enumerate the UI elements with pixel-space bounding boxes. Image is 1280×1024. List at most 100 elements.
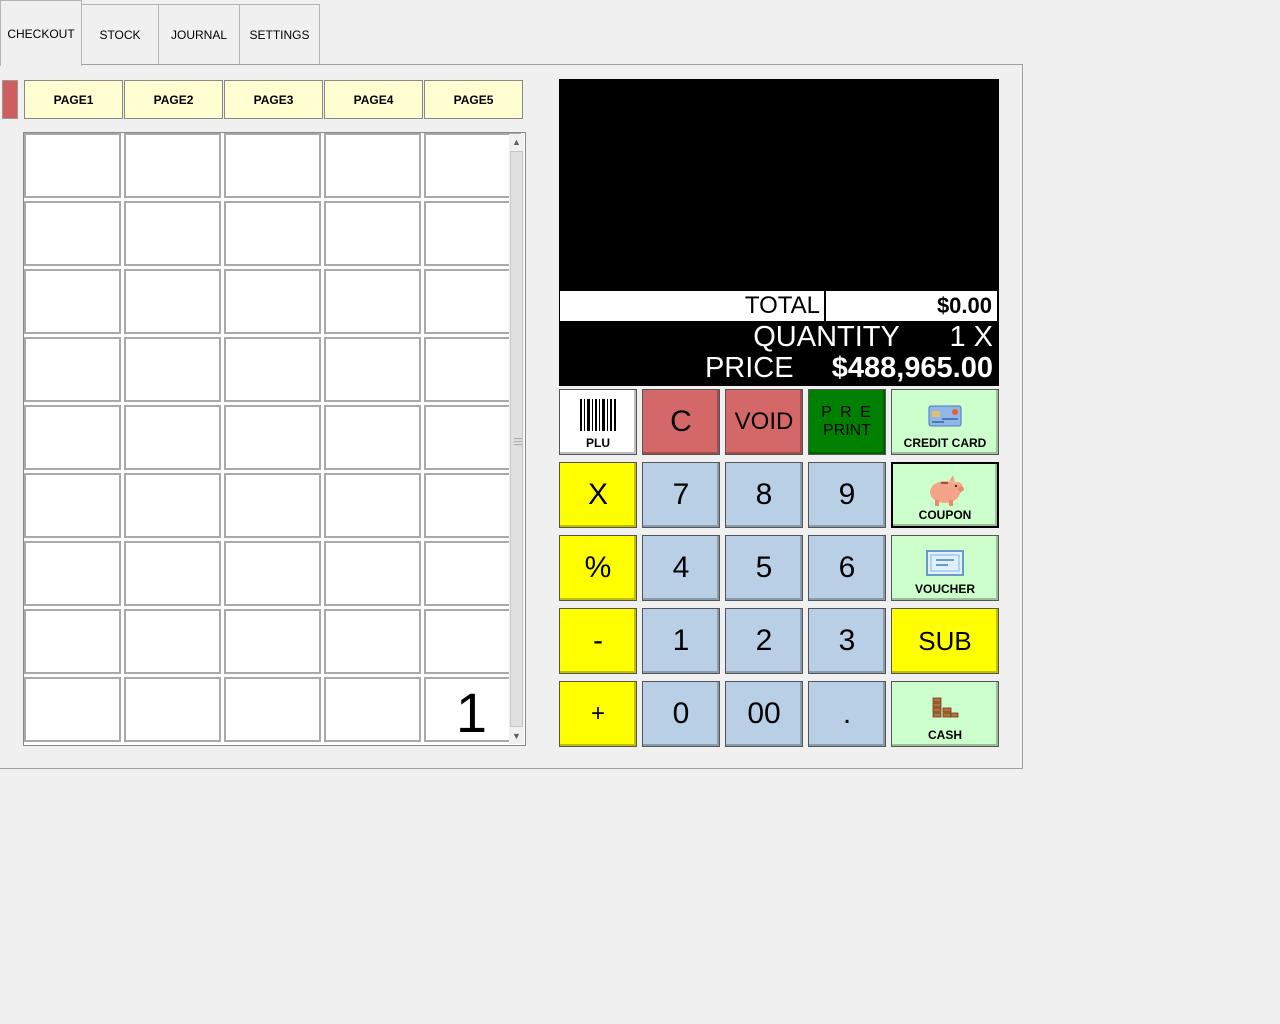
- scroll-down-arrow-icon[interactable]: ▼: [509, 728, 524, 744]
- product-grid-cell[interactable]: [24, 201, 121, 266]
- plu-button[interactable]: PLU: [559, 389, 637, 455]
- piggy-bank-icon: [893, 472, 997, 508]
- product-grid-cell[interactable]: [224, 677, 321, 742]
- total-label: TOTAL: [560, 291, 826, 321]
- product-grid-cell[interactable]: [124, 337, 221, 402]
- percent-button[interactable]: %: [559, 535, 637, 601]
- grip-icon: — — —: [514, 434, 522, 449]
- preprint-button[interactable]: P R E PRINT: [808, 389, 886, 455]
- product-grid-cell[interactable]: [224, 405, 321, 470]
- product-grid-cell[interactable]: [24, 405, 121, 470]
- page5-button[interactable]: PAGE5: [424, 80, 523, 119]
- scroll-thumb[interactable]: — — —: [510, 151, 523, 727]
- product-grid-cell[interactable]: [324, 677, 421, 742]
- product-grid: 1: [23, 132, 526, 746]
- product-grid-cell[interactable]: [224, 473, 321, 538]
- page1-button[interactable]: PAGE1: [24, 80, 123, 119]
- product-grid-cell[interactable]: [24, 269, 121, 334]
- product-grid-cell[interactable]: [124, 405, 221, 470]
- price-label: PRICE: [704, 352, 794, 384]
- key-1-button[interactable]: 1: [642, 608, 720, 674]
- product-grid-cell[interactable]: [424, 609, 521, 674]
- key-5-button[interactable]: 5: [725, 535, 803, 601]
- product-grid-cell[interactable]: [324, 337, 421, 402]
- product-grid-cell[interactable]: [24, 609, 121, 674]
- product-grid-cell[interactable]: [124, 677, 221, 742]
- subtotal-button[interactable]: SUB: [891, 608, 999, 674]
- page4-button[interactable]: PAGE4: [324, 80, 423, 119]
- product-grid-cell[interactable]: [424, 201, 521, 266]
- product-grid-cell[interactable]: [124, 269, 221, 334]
- product-grid-cell[interactable]: [324, 405, 421, 470]
- product-grid-cell[interactable]: [324, 609, 421, 674]
- key-7-button[interactable]: 7: [642, 462, 720, 528]
- minus-button[interactable]: -: [559, 608, 637, 674]
- product-grid-cell[interactable]: [224, 133, 321, 198]
- voucher-button[interactable]: VOUCHER: [891, 535, 999, 601]
- product-grid-cell[interactable]: [224, 201, 321, 266]
- product-grid-cell[interactable]: [424, 541, 521, 606]
- product-grid-cell[interactable]: [424, 473, 521, 538]
- product-grid-cell[interactable]: [324, 269, 421, 334]
- key-8-button[interactable]: 8: [725, 462, 803, 528]
- product-grid-cell[interactable]: [324, 541, 421, 606]
- product-grid-cell[interactable]: [424, 337, 521, 402]
- coupon-button[interactable]: COUPON: [891, 462, 999, 528]
- product-grid-cell[interactable]: [24, 133, 121, 198]
- product-grid-cell[interactable]: [24, 337, 121, 402]
- total-row: TOTAL $0.00: [560, 291, 997, 321]
- cash-label: CASH: [927, 728, 962, 742]
- product-grid-cell[interactable]: [324, 201, 421, 266]
- key-00-button[interactable]: 00: [725, 681, 803, 747]
- clear-button[interactable]: C: [642, 389, 720, 455]
- page2-button[interactable]: PAGE2: [124, 80, 223, 119]
- tab-stock[interactable]: STOCK: [81, 4, 159, 64]
- coins-stack-icon: [892, 696, 998, 722]
- grid-scrollbar[interactable]: ▲ — — — ▼: [509, 134, 524, 744]
- product-grid-cell[interactable]: [224, 609, 321, 674]
- register-display: TOTAL $0.00 QUANTITY 1 X PRICE $488,965.…: [559, 79, 999, 386]
- product-grid-cell[interactable]: [24, 473, 121, 538]
- product-grid-cell[interactable]: [324, 473, 421, 538]
- preprint-line2: PRINT: [823, 422, 871, 439]
- key-6-button[interactable]: 6: [808, 535, 886, 601]
- page3-button[interactable]: PAGE3: [224, 80, 323, 119]
- plus-button[interactable]: +: [559, 681, 637, 747]
- key-3-button[interactable]: 3: [808, 608, 886, 674]
- key-2-button[interactable]: 2: [725, 608, 803, 674]
- decimal-point-button[interactable]: .: [808, 681, 886, 747]
- product-grid-cell[interactable]: [424, 405, 521, 470]
- product-grid-cell[interactable]: [124, 133, 221, 198]
- product-grid-cell[interactable]: [124, 609, 221, 674]
- scroll-up-arrow-icon[interactable]: ▲: [509, 134, 524, 150]
- key-9-button[interactable]: 9: [808, 462, 886, 528]
- product-grid-cell[interactable]: [224, 337, 321, 402]
- quantity-row: QUANTITY 1 X: [753, 321, 993, 353]
- tab-journal[interactable]: JOURNAL: [158, 4, 240, 64]
- product-grid-cell[interactable]: [224, 541, 321, 606]
- product-grid-cell[interactable]: [124, 473, 221, 538]
- page-scroll-left-button[interactable]: [2, 80, 18, 119]
- key-0-button[interactable]: 0: [642, 681, 720, 747]
- preprint-line1: P R E: [821, 404, 873, 421]
- product-grid-cell[interactable]: [24, 541, 121, 606]
- price-row: PRICE $488,965.00: [705, 352, 993, 384]
- total-value: $0.00: [936, 293, 992, 318]
- credit-card-label: CREDIT CARD: [903, 436, 987, 450]
- product-grid-cell[interactable]: [224, 269, 321, 334]
- product-grid-cell[interactable]: [124, 541, 221, 606]
- product-grid-cell[interactable]: [424, 269, 521, 334]
- cash-button[interactable]: CASH: [891, 681, 999, 747]
- tab-checkout[interactable]: CHECKOUT: [0, 0, 82, 66]
- credit-card-button[interactable]: CREDIT CARD: [891, 389, 999, 455]
- product-grid-cell[interactable]: [424, 133, 521, 198]
- barcode-icon: [560, 398, 636, 432]
- multiply-button[interactable]: X: [559, 462, 637, 528]
- key-4-button[interactable]: 4: [642, 535, 720, 601]
- void-button[interactable]: VOID: [725, 389, 803, 455]
- product-grid-cell[interactable]: [124, 201, 221, 266]
- product-grid-cell[interactable]: [24, 677, 121, 742]
- price-value: $488,965.00: [831, 352, 993, 384]
- tab-settings[interactable]: SETTINGS: [239, 4, 320, 64]
- product-grid-cell[interactable]: [324, 133, 421, 198]
